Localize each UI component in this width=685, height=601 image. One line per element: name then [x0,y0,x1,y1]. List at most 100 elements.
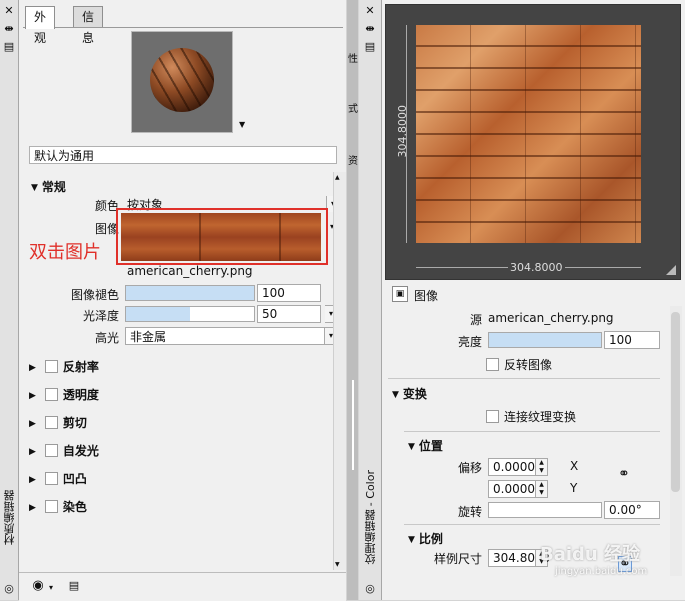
section-reflectivity[interactable]: ▶ 反射率 [29,358,99,375]
offset-label: 偏移 [457,461,482,475]
glossiness-label: 光泽度 [82,309,119,323]
source-label: 源 [469,313,482,327]
properties-icon[interactable]: ▤ [2,40,16,54]
watermark-logo: Baidu 经验 [540,544,641,565]
texture-preview-image [416,25,641,243]
reflectivity-checkbox[interactable] [44,360,58,373]
offset-x-input[interactable]: 0.0000 ▲ ▼ [488,458,548,476]
tab-properties[interactable]: 性 [348,50,358,65]
image-section-label: 图像 [414,289,439,303]
auto-hide-icon[interactable]: ⇹ [2,22,16,36]
image-fade-label: 图像褪色 [70,288,119,302]
section-general[interactable]: ▼ 常规 [31,178,66,195]
left-scrollbar[interactable]: ▲ ▼ [333,172,346,570]
material-browser-toggle-icon[interactable]: ▤ [67,579,81,593]
x-axis-label: X [570,459,579,473]
link-transform-checkbox[interactable] [486,410,499,423]
bump-checkbox[interactable] [44,472,58,485]
image-filename: american_cherry.png [127,264,253,278]
spinner-icon[interactable]: ▲ ▼ [535,459,547,475]
highlight-dropdown[interactable]: 非金属 ▾ [125,327,338,345]
material-sphere [150,48,214,112]
docked-palettes-strip: 性 式 资 [347,0,358,600]
transparency-checkbox[interactable] [44,388,58,401]
image-fade-input[interactable]: 100 [257,284,321,302]
section-transparency[interactable]: ▶ 透明度 [29,386,99,403]
texture-editor-panel: 304.8000 304.8000 ▣ 图像 源 american_cherry… [382,0,685,600]
scroll-up-icon[interactable]: ▲ [335,174,340,181]
image-label: 图像 [94,222,119,236]
color-label: 颜色 [94,199,119,213]
auto-hide-icon[interactable]: ⇹ [363,22,377,36]
source-value[interactable]: american_cherry.png [488,311,614,325]
close-icon[interactable]: ✕ [363,4,377,18]
material-editor-panel: 外观 信息 ▼ 默认为通用 ▼常规 颜色 按对象 ▾ 图像 ▾ 双击图片 ame… [19,0,346,600]
invert-image-checkbox[interactable] [486,358,499,371]
section-self-illumination[interactable]: ▶ 自发光 [29,442,99,459]
expand-right-icon: ▶ [29,447,36,457]
section-bump[interactable]: ▶ 凹凸 [29,470,87,487]
material-preview-swatch[interactable] [131,31,233,133]
image-fade-fill [126,286,254,300]
left-palette-strip: ✕ ⇹ ▤ 材质编辑器 ◎ [0,0,19,600]
preview-options-arrow-icon[interactable]: ▼ [239,120,245,129]
create-material-icon[interactable]: ◉ [31,579,45,593]
right-scrollbar[interactable] [670,306,682,576]
annotation-double-click: 双击图片 [29,242,101,263]
properties-icon[interactable]: ▤ [363,40,377,54]
close-icon[interactable]: ✕ [2,4,16,18]
texture-editor-icon[interactable]: ◎ [363,582,377,596]
right-palette-strip: ✕ ⇹ ▤ 纹理编辑器 - Color ◎ [359,0,382,600]
section-cutout[interactable]: ▶ 剪切 [29,414,87,431]
expand-down-icon: ▼ [392,390,399,400]
brightness-input[interactable]: 100 [604,331,660,349]
width-dimension-text: 304.8000 [508,261,565,274]
invert-image-option[interactable]: 反转图像 [486,356,552,373]
cutout-checkbox[interactable] [44,416,58,429]
expand-right-icon: ▶ [29,503,36,513]
rotation-label: 旋转 [457,505,482,519]
watermark-url: jingyan.baidu.com [555,566,648,577]
brightness-label: 亮度 [457,335,482,349]
material-editor-footer: ◉ ▾ ▤ [19,572,346,601]
tab-info[interactable]: 信息 [73,6,104,45]
expand-right-icon: ▶ [29,391,36,401]
offset-y-input[interactable]: 0.0000 ▲ ▼ [488,480,548,498]
tab-appearance[interactable]: 外观 [25,6,56,45]
expand-down-icon: ▼ [408,442,415,452]
highlight-label: 高光 [94,331,119,345]
self-illumination-checkbox[interactable] [44,444,58,457]
scroll-down-icon[interactable]: ▼ [335,561,340,568]
rotation-input[interactable]: 0.00° [604,501,660,519]
tab-resources[interactable]: 资 [348,152,358,167]
link-transform-option[interactable]: 连接纹理变换 [486,408,576,425]
resize-grip-icon[interactable] [666,265,676,275]
section-tint[interactable]: ▶ 染色 [29,498,87,515]
scroll-thumb[interactable] [671,312,680,492]
expand-right-icon: ▶ [29,363,36,373]
create-material-arrow-icon[interactable]: ▾ [49,583,53,592]
tint-checkbox[interactable] [44,500,58,513]
sample-size-input[interactable]: 304.8000 ▲ ▼ [488,549,550,567]
spinner-icon[interactable]: ▲ ▼ [535,481,547,497]
tab-styles[interactable]: 式 [348,100,358,115]
expand-down-icon: ▼ [31,183,38,193]
divider [404,524,660,525]
section-transform[interactable]: ▼ 变换 [392,385,427,402]
divider [388,378,660,379]
glossiness-slider[interactable] [125,306,255,322]
highlight-frame [116,208,328,265]
glossiness-input[interactable]: 50 [257,305,321,323]
section-scale[interactable]: ▼ 比例 [408,530,443,547]
material-name-field[interactable]: 默认为通用 [29,146,337,164]
section-position[interactable]: ▼ 位置 [408,437,443,454]
splitter-handle[interactable] [352,380,354,470]
rotation-slider[interactable] [488,502,602,518]
texture-preview-viewport[interactable]: 304.8000 304.8000 [385,4,681,280]
divider [404,431,660,432]
material-browser-icon[interactable]: ◎ [2,582,16,596]
image-fade-slider[interactable] [125,285,255,301]
expand-right-icon: ▶ [29,475,36,485]
link-chain-icon[interactable]: ⚭ [618,466,630,482]
brightness-slider[interactable] [488,332,602,348]
